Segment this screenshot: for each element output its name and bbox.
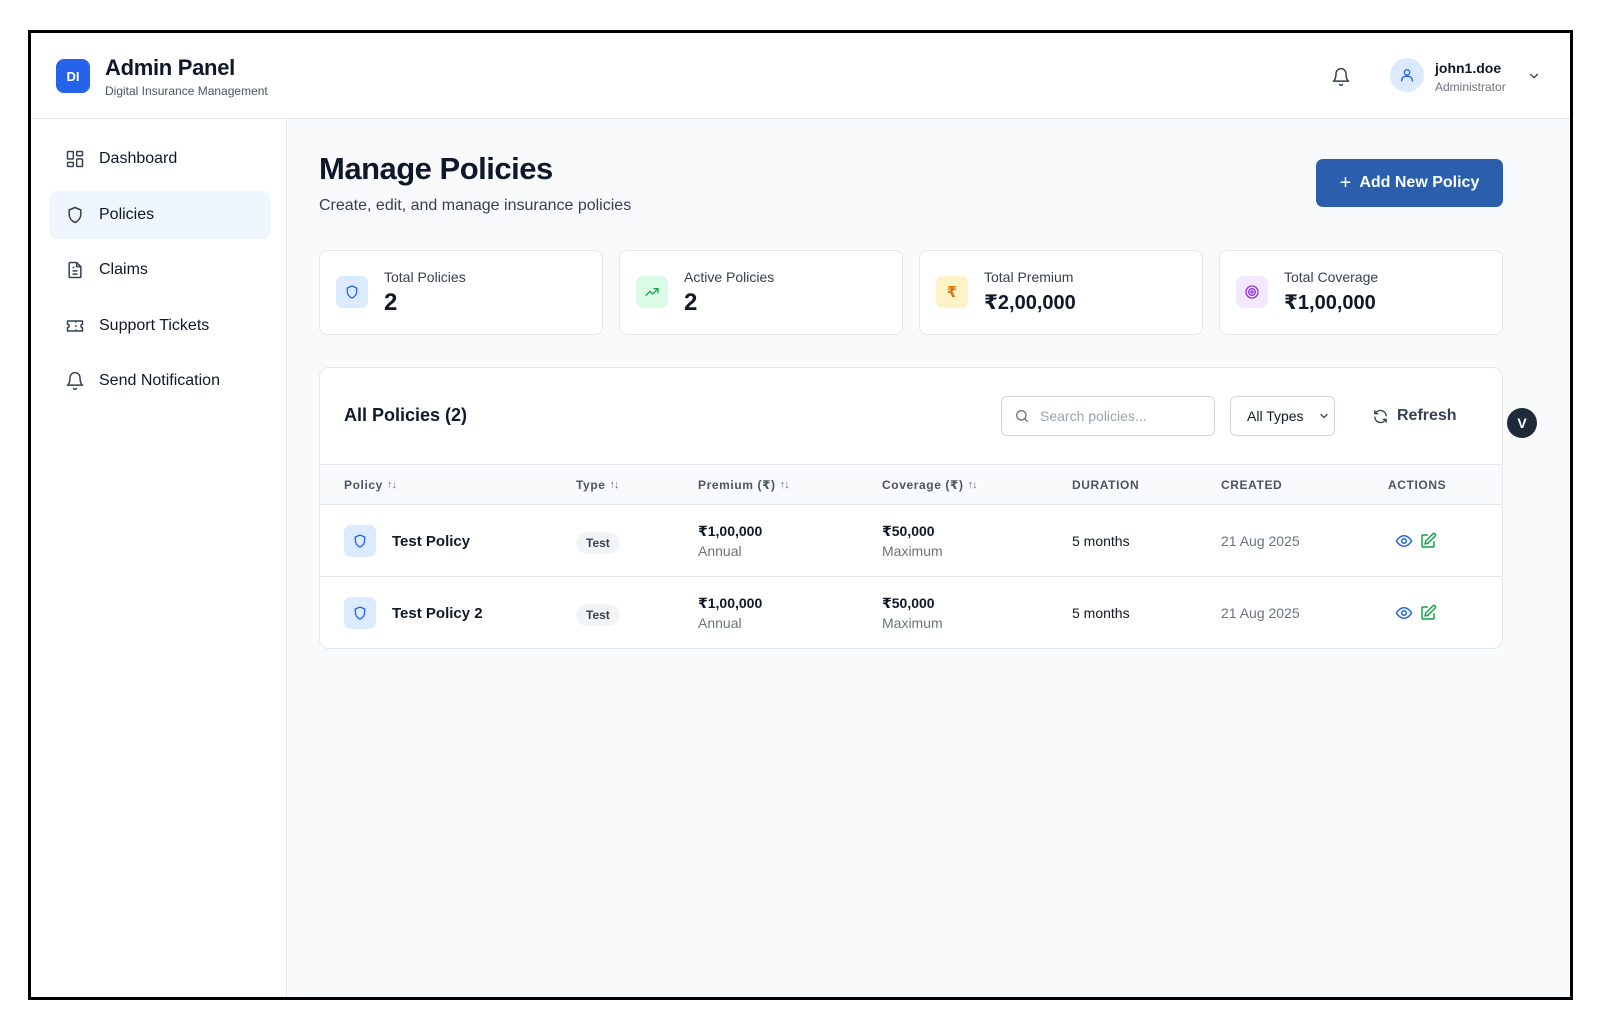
premium-period: Annual — [698, 615, 742, 631]
sidebar-item-label: Claims — [99, 261, 148, 278]
sidebar-item-dashboard[interactable]: Dashboard — [49, 135, 271, 183]
premium-value: ₹1,00,000 — [698, 595, 763, 611]
coverage-value: ₹50,000 — [882, 595, 935, 611]
stat-card-active-policies: Active Policies 2 — [619, 250, 903, 335]
page-subtitle: Create, edit, and manage insurance polic… — [319, 197, 632, 214]
policy-name: Test Policy 2 — [392, 605, 483, 622]
dashboard-icon — [66, 150, 84, 168]
table-title: All Policies (2) — [344, 405, 468, 425]
stat-value: ₹1,00,000 — [1284, 292, 1376, 314]
ticket-icon — [66, 320, 84, 332]
bell-icon — [66, 371, 84, 391]
policy-name: Test Policy — [392, 533, 471, 550]
sidebar-item-send-notification[interactable]: Send Notification — [49, 357, 271, 405]
sidebar-item-label: Support Tickets — [99, 317, 210, 334]
column-header-created: CREATED — [1221, 478, 1283, 492]
avatar[interactable] — [1390, 58, 1424, 92]
duration-value: 5 months — [1072, 605, 1130, 621]
sort-icon: ↑↓ — [609, 479, 620, 491]
column-header-actions: ACTIONS — [1388, 478, 1447, 492]
shield-icon — [68, 206, 82, 224]
sidebar-item-claims[interactable]: Claims — [49, 246, 271, 294]
logo: DI — [56, 59, 90, 93]
duration-value: 5 months — [1072, 533, 1130, 549]
coverage-label: Maximum — [882, 615, 943, 631]
search-input[interactable] — [1040, 408, 1200, 424]
stat-value: ₹2,00,000 — [984, 292, 1076, 314]
sidebar: Dashboard Policies Claims Support Ticket… — [31, 119, 287, 997]
search-icon — [1016, 410, 1028, 422]
user-icon — [1401, 69, 1413, 82]
column-header-coverage[interactable]: Coverage (₹) ↑↓ — [882, 478, 978, 492]
refresh-label: Refresh — [1397, 407, 1457, 424]
add-policy-button[interactable]: + Add New Policy — [1316, 159, 1503, 207]
chevron-down-icon — [1319, 413, 1328, 419]
column-header-policy[interactable]: Policy ↑↓ — [344, 478, 397, 492]
column-header-premium[interactable]: Premium (₹) ↑↓ — [698, 478, 790, 492]
stat-card-total-policies: Total Policies 2 — [319, 250, 603, 335]
shield-icon — [344, 525, 376, 557]
plus-icon: + — [1339, 172, 1352, 194]
stat-value: 2 — [684, 289, 698, 316]
page-title: Manage Policies — [319, 151, 553, 186]
user-role: Administrator — [1435, 80, 1506, 94]
stat-value: 2 — [384, 289, 398, 316]
shield-icon — [336, 276, 368, 308]
premium-value: ₹1,00,000 — [698, 523, 763, 539]
view-eye-icon[interactable] — [1395, 532, 1413, 550]
edit-icon[interactable] — [1419, 604, 1437, 622]
target-icon — [1236, 276, 1268, 308]
chevron-down-icon[interactable] — [1527, 69, 1541, 83]
sort-icon: ↑↓ — [967, 479, 978, 491]
created-date: 21 Aug 2025 — [1221, 533, 1300, 549]
user-name[interactable]: john1.doe — [1435, 60, 1501, 76]
premium-period: Annual — [698, 543, 742, 559]
sidebar-item-label: Dashboard — [99, 150, 178, 167]
trending-up-icon — [636, 276, 668, 308]
sort-icon: ↑↓ — [386, 479, 397, 491]
search-box[interactable] — [1001, 396, 1215, 436]
sidebar-item-label: Send Notification — [99, 372, 220, 389]
coverage-value: ₹50,000 — [882, 523, 935, 539]
app-title: Admin Panel — [105, 55, 235, 80]
app-subtitle: Digital Insurance Management — [105, 84, 268, 98]
view-eye-icon[interactable] — [1395, 604, 1413, 622]
floating-widget-button[interactable]: V — [1507, 408, 1537, 438]
column-header-duration: DURATION — [1072, 478, 1140, 492]
table-row: Test Policy Test ₹1,00,000 Annual ₹50,00… — [320, 504, 1502, 576]
document-icon — [68, 261, 82, 279]
type-badge: Test — [576, 604, 620, 626]
stat-label: Active Policies — [684, 269, 775, 285]
stat-label: Total Premium — [984, 269, 1074, 285]
app-window: DI Admin Panel Digital Insurance Managem… — [28, 30, 1573, 1000]
policies-table-card: All Policies (2) All Types Refresh Polic… — [319, 367, 1503, 649]
sidebar-item-policies[interactable]: Policies — [49, 191, 271, 239]
stat-card-total-premium: ₹ Total Premium ₹2,00,000 — [919, 250, 1203, 335]
top-bar: DI Admin Panel Digital Insurance Managem… — [31, 33, 1570, 119]
type-filter-select[interactable]: All Types — [1230, 396, 1335, 436]
refresh-button[interactable]: Refresh — [1372, 396, 1457, 436]
created-date: 21 Aug 2025 — [1221, 605, 1300, 621]
main-content: Manage Policies Create, edit, and manage… — [288, 119, 1570, 997]
stat-label: Total Coverage — [1284, 269, 1379, 285]
sidebar-item-support-tickets[interactable]: Support Tickets — [49, 302, 271, 350]
table-row: Test Policy 2 Test ₹1,00,000 Annual ₹50,… — [320, 576, 1502, 648]
column-header-type[interactable]: Type ↑↓ — [576, 478, 620, 492]
stat-label: Total Policies — [384, 269, 466, 285]
table-header: Policy ↑↓ Type ↑↓ Premium (₹) ↑↓ Coverage (… — [320, 464, 1502, 504]
refresh-icon — [1374, 409, 1387, 423]
edit-icon[interactable] — [1419, 532, 1437, 550]
sidebar-item-label: Policies — [99, 206, 155, 223]
stat-card-total-coverage: Total Coverage ₹1,00,000 — [1219, 250, 1503, 335]
type-badge: Test — [576, 532, 620, 554]
rupee-icon: ₹ — [936, 276, 968, 308]
type-filter-value: All Types — [1247, 408, 1304, 424]
coverage-label: Maximum — [882, 543, 943, 559]
sort-icon: ↑↓ — [779, 479, 790, 491]
add-policy-label: Add New Policy — [1359, 174, 1480, 191]
notifications-bell-icon[interactable] — [1331, 66, 1351, 88]
shield-icon — [344, 597, 376, 629]
